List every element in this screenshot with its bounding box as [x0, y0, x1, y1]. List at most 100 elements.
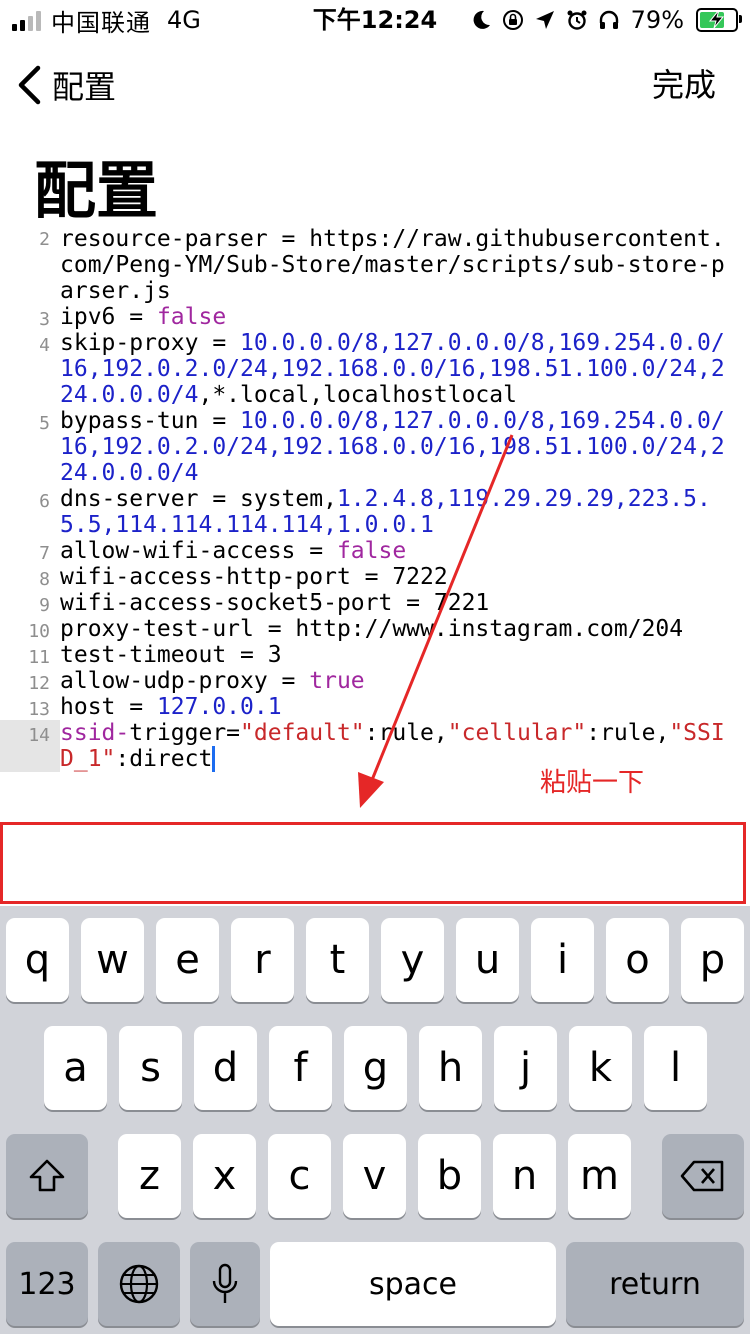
space-key[interactable]: space: [270, 1242, 556, 1326]
config-editor[interactable]: 2 resource-parser = https://raw.githubus…: [0, 224, 750, 906]
line-number: 8: [39, 569, 50, 590]
code-line: 10 proxy-test-url = http://www.instagram…: [0, 616, 750, 642]
key-y[interactable]: y: [381, 918, 444, 1002]
annotation-text: 粘贴一下: [540, 768, 645, 798]
code-line: 7 allow-wifi-access = false: [0, 538, 750, 564]
line-number: 12: [28, 673, 50, 694]
keyboard: qwertyuiop asdfghjkl zxcvbnm 123 space r…: [0, 906, 750, 1334]
code-line: 3 ipv6 = false: [0, 304, 750, 330]
text-cursor: [212, 746, 216, 772]
code-key: host =: [60, 694, 157, 720]
line-number: 6: [39, 491, 50, 512]
code-prefix: system,: [240, 486, 337, 512]
code-line: 11 test-timeout = 3: [0, 642, 750, 668]
numbers-key[interactable]: 123: [6, 1242, 88, 1326]
line-number: 4: [39, 335, 50, 356]
key-x[interactable]: x: [193, 1134, 256, 1218]
navigation-bar: 配置 完成: [0, 56, 750, 114]
code-text-part: :rule,: [586, 720, 670, 746]
key-c[interactable]: c: [268, 1134, 331, 1218]
line-number: 11: [28, 647, 50, 668]
key-p[interactable]: p: [681, 918, 744, 1002]
status-bar: 中国联通 4G 下午12:24 79%: [0, 0, 750, 40]
key-h[interactable]: h: [419, 1026, 482, 1110]
key-j[interactable]: j: [494, 1026, 557, 1110]
shift-key[interactable]: [6, 1134, 88, 1218]
key-f[interactable]: f: [269, 1026, 332, 1110]
key-g[interactable]: g: [344, 1026, 407, 1110]
shift-icon: [29, 1159, 65, 1192]
globe-key[interactable]: [98, 1242, 180, 1326]
back-label: 配置: [52, 68, 117, 106]
code-text: bypass-tun = 10.0.0.0/8,127.0.0.0/8,169.…: [60, 408, 736, 486]
code-boolean: false: [156, 304, 227, 330]
done-button[interactable]: 完成: [652, 62, 716, 108]
microphone-icon: [212, 1263, 238, 1303]
code-boolean: true: [309, 668, 365, 694]
code-line: 5 bypass-tun = 10.0.0.0/8,127.0.0.0/8,16…: [0, 408, 750, 486]
key-t[interactable]: t: [306, 918, 369, 1002]
headphones-icon: [599, 10, 618, 29]
chevron-left-icon: [18, 65, 41, 105]
key-i[interactable]: i: [531, 918, 594, 1002]
key-q[interactable]: q: [6, 918, 69, 1002]
moon-icon: [473, 10, 490, 29]
line-number: 13: [28, 699, 50, 720]
backspace-key[interactable]: [662, 1134, 744, 1218]
code-line: 6 dns-server = system,1.2.4.8,119.29.29.…: [0, 486, 750, 538]
key-e[interactable]: e: [156, 918, 219, 1002]
key-d[interactable]: d: [194, 1026, 257, 1110]
location-arrow-icon: [535, 11, 554, 29]
code-boolean: false: [336, 538, 407, 564]
code-text-part: :rule,: [364, 720, 448, 746]
code-text: resource-parser = https://raw.githubuser…: [60, 226, 725, 304]
code-key: allow-wifi-access =: [60, 538, 337, 564]
code-text-part: trigger=: [129, 720, 241, 746]
line-number: 2: [39, 229, 50, 250]
code-line: 8 wifi-access-http-port = 7222: [0, 564, 750, 590]
line-number: 3: [39, 309, 50, 330]
code-line: 4 skip-proxy = 10.0.0.0/8,127.0.0.0/8,16…: [0, 330, 750, 408]
line-number: 10: [28, 621, 50, 642]
code-key: ipv6 =: [60, 304, 157, 330]
code-text-part: :direct: [115, 746, 213, 772]
code-key: skip-proxy =: [60, 330, 241, 356]
code-key: allow-udp-proxy =: [60, 668, 310, 694]
code-text: wifi-access-http-port = 7222: [60, 564, 448, 590]
code-text: allow-udp-proxy = true: [60, 668, 736, 694]
key-v[interactable]: v: [343, 1134, 406, 1218]
key-u[interactable]: u: [456, 918, 519, 1002]
key-a[interactable]: a: [44, 1026, 107, 1110]
battery-percent: 79%: [630, 6, 684, 34]
key-k[interactable]: k: [569, 1026, 632, 1110]
key-l[interactable]: l: [644, 1026, 707, 1110]
key-r[interactable]: r: [231, 918, 294, 1002]
line-number: 9: [39, 595, 50, 616]
battery-charging-icon: [696, 8, 742, 32]
return-key[interactable]: return: [566, 1242, 744, 1326]
orientation-lock-icon: [502, 10, 523, 30]
code-text: test-timeout = 3: [60, 642, 282, 668]
code-text: proxy-test-url = http://www.instagram.co…: [60, 616, 684, 642]
key-s[interactable]: s: [119, 1026, 182, 1110]
backspace-icon: [680, 1160, 724, 1192]
alarm-icon: [567, 10, 587, 30]
code-line: 13 host = 127.0.0.1: [0, 694, 750, 720]
globe-icon: [119, 1264, 159, 1304]
key-w[interactable]: w: [81, 918, 144, 1002]
key-z[interactable]: z: [118, 1134, 181, 1218]
code-key: bypass-tun =: [60, 408, 241, 434]
code-text: host = 127.0.0.1: [60, 694, 736, 720]
code-key: dns-server =: [60, 486, 241, 512]
page-title: 配置: [34, 154, 159, 227]
line-number: 7: [39, 543, 50, 564]
key-b[interactable]: b: [418, 1134, 481, 1218]
key-o[interactable]: o: [606, 918, 669, 1002]
key-m[interactable]: m: [568, 1134, 631, 1218]
code-line: 9 wifi-access-socket5-port = 7221: [0, 590, 750, 616]
key-n[interactable]: n: [493, 1134, 556, 1218]
code-text: allow-wifi-access = false: [60, 538, 736, 564]
back-button[interactable]: 配置: [16, 62, 116, 108]
code-tail: ,*.local,localhostlocal: [198, 382, 517, 408]
dictation-key[interactable]: [190, 1242, 260, 1326]
